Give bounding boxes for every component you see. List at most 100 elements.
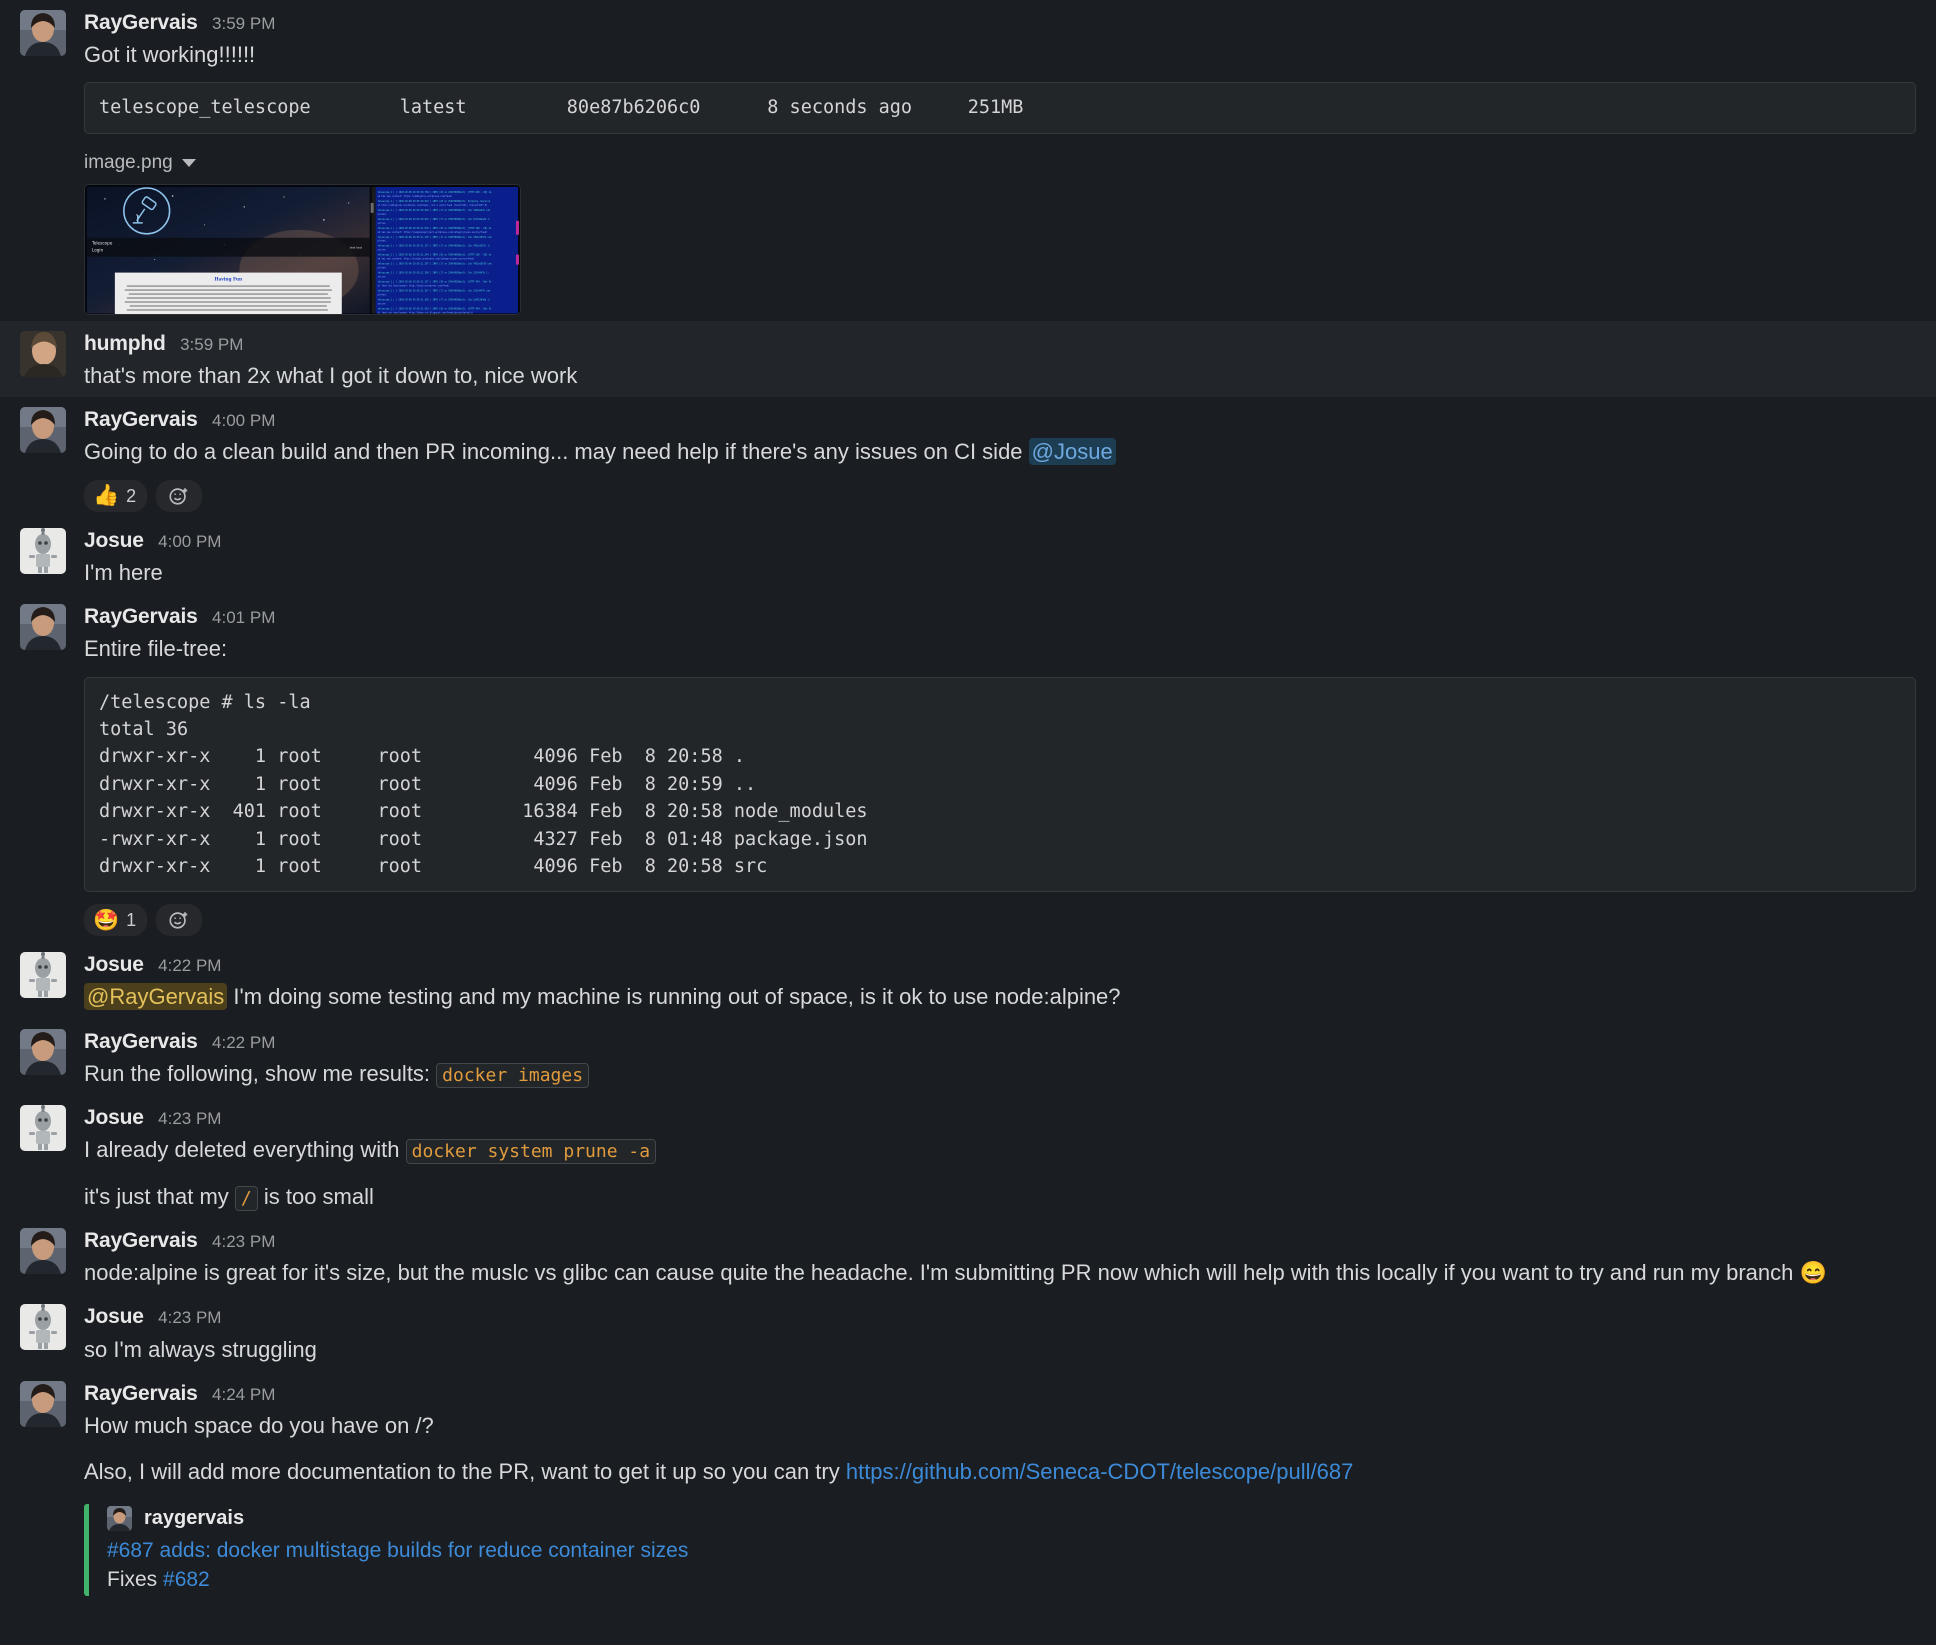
reaction-thumbsup[interactable]: 👍 2 — [84, 479, 148, 512]
message-timestamp[interactable]: 4:22 PM — [212, 1033, 275, 1052]
avatar[interactable] — [20, 1227, 66, 1274]
message-timestamp[interactable]: 4:00 PM — [212, 411, 275, 430]
svg-text:telescope_1 | [ 2020-02-08 20: telescope_1 | [ 2020-02-08 20:59:11.503 … — [378, 307, 492, 310]
message-timestamp[interactable]: 4:23 PM — [212, 1232, 275, 1251]
issue-link[interactable]: #682 — [163, 1568, 210, 1591]
message-row: RayGervais 4:00 PM Going to do a clean b… — [0, 397, 1936, 517]
grinning-squinting-face-icon: 😄 — [1799, 1260, 1827, 1286]
message-meta: RayGervais 3:59 PM — [84, 11, 1916, 34]
avatar[interactable] — [20, 1380, 66, 1427]
message-text-segment: Going to do a clean build and then PR in… — [84, 439, 1029, 465]
attachment-author[interactable]: raygervais — [107, 1505, 1916, 1531]
svg-text:pleted.: pleted. — [378, 213, 387, 216]
svg-text:telescope_1 | [ 2020-02-08 20: telescope_1 | [ 2020-02-08 20:59:10.920 … — [378, 209, 491, 212]
message-timestamp[interactable]: 4:01 PM — [212, 608, 275, 627]
file-attachment-header[interactable]: image.png — [84, 152, 1916, 174]
message-text: node:alpine is great for it's size, but … — [84, 1258, 1916, 1288]
user-mention[interactable]: @Josue — [1028, 438, 1116, 466]
user-mention-self[interactable]: @RayGervais — [84, 983, 228, 1011]
message-row: Josue 4:00 PM I'm here — [0, 518, 1936, 594]
message-meta: Josue 4:00 PM — [84, 529, 1916, 552]
message-author[interactable]: RayGervais — [84, 1229, 198, 1252]
message-text-segment: Run the following, show me results: — [84, 1060, 437, 1086]
avatar[interactable] — [20, 10, 66, 56]
avatar[interactable] — [20, 604, 66, 651]
message-row: humphd 3:59 PM that's more than 2x what … — [0, 320, 1936, 398]
svg-text:d] feed not downloaded: http:/: d] feed not downloaded: http://byob.word… — [378, 284, 451, 287]
message-author[interactable]: Josue — [84, 1106, 144, 1129]
message-text-segment: Also, I will add more documentation to t… — [84, 1459, 846, 1485]
add-reaction-icon — [169, 487, 188, 505]
avatar[interactable] — [20, 527, 66, 574]
inline-code: docker system prune -a — [405, 1139, 657, 1165]
svg-text:at http://ambiguity.wordpress.: at http://ambiguity.wordpress.com/feed/,… — [378, 204, 488, 207]
message-timestamp[interactable]: 4:00 PM — [158, 532, 221, 551]
svg-text:telescope_1 | [ 2020-02-08 20: telescope_1 | [ 2020-02-08 20:59:10.921 … — [378, 218, 490, 221]
message-author[interactable]: humphd — [84, 332, 166, 355]
message-meta: RayGervais 4:22 PM — [84, 1030, 1916, 1053]
link-preview-attachment: raygervais #687 adds: docker multistage … — [84, 1503, 1916, 1596]
message-meta: RayGervais 4:23 PM — [84, 1229, 1916, 1252]
message-timestamp[interactable]: 3:59 PM — [212, 14, 275, 33]
file-name[interactable]: image.png — [84, 152, 173, 174]
message-author[interactable]: Josue — [84, 529, 144, 552]
avatar[interactable] — [20, 1028, 66, 1075]
image-thumbnail[interactable]: Telescope Login test test Having Fun tel… — [84, 183, 521, 315]
svg-text:pleted.: pleted. — [378, 293, 387, 296]
inline-code: docker images — [436, 1062, 590, 1088]
attachment-title[interactable]: #687 adds: docker multistage builds for … — [107, 1539, 1916, 1563]
message-text-segment: I already deleted everything with — [84, 1137, 406, 1163]
message-author[interactable]: Josue — [84, 1305, 144, 1328]
reaction-bar: 🤩 1 — [84, 904, 1916, 937]
message-text-line2: it's just that my / is too small — [84, 1182, 1916, 1212]
svg-text:active: active — [378, 302, 387, 305]
message-author[interactable]: Josue — [84, 953, 144, 976]
avatar[interactable] — [20, 330, 66, 377]
code-block: telescope_telescope latest 80e87b6206c0 … — [84, 82, 1916, 134]
add-reaction-button[interactable] — [156, 904, 203, 937]
svg-text:ad has new content: http://sca: ad has new content: http://scaige.wordpr… — [378, 257, 475, 260]
code-block: /telescope # ls -la total 36 drwxr-xr-x … — [84, 676, 1916, 893]
message-author[interactable]: RayGervais — [84, 1030, 198, 1053]
message-timestamp[interactable]: 4:24 PM — [212, 1385, 275, 1404]
message-timestamp[interactable]: 4:23 PM — [158, 1308, 221, 1328]
message-timestamp[interactable]: 4:22 PM — [158, 956, 221, 975]
message-text: Run the following, show me results: dock… — [84, 1059, 1916, 1089]
message-text-segment: it's just that my — [84, 1183, 235, 1209]
svg-text:telescope_1 | [ 2020-02-08 20: telescope_1 | [ 2020-02-08 20:59:11.357 … — [378, 280, 492, 283]
reaction-star-struck[interactable]: 🤩 1 — [84, 904, 148, 937]
thumbsup-icon: 👍 — [93, 484, 120, 508]
svg-text:telescope_1 | [ 2020-02-08 20: telescope_1 | [ 2020-02-08 20:59:11.357 … — [378, 289, 491, 292]
svg-text:pleted.: pleted. — [378, 266, 387, 269]
avatar[interactable] — [20, 407, 66, 454]
message-author[interactable]: RayGervais — [84, 408, 198, 431]
message-timestamp[interactable]: 3:59 PM — [180, 335, 243, 354]
avatar[interactable] — [20, 1105, 66, 1152]
message-row: RayGervais 4:23 PM node:alpine is great … — [0, 1218, 1936, 1294]
message-text: so I'm always struggling — [84, 1336, 317, 1362]
message-author[interactable]: RayGervais — [84, 1382, 198, 1405]
avatar[interactable] — [20, 1304, 66, 1351]
message-row: RayGervais 4:22 PM Run the following, sh… — [0, 1019, 1936, 1095]
message-text: I'm here — [84, 559, 163, 585]
message-meta: humphd 3:59 PM — [84, 332, 1916, 355]
svg-text:active: active — [378, 249, 387, 252]
svg-text:telescope_1 | [ 2020-02-08 20: telescope_1 | [ 2020-02-08 20:59:10.919 … — [378, 200, 491, 203]
avatar[interactable] — [20, 952, 66, 999]
message-meta: RayGervais 4:24 PM — [84, 1382, 1916, 1405]
svg-text:telescope_1 | [ 2020-02-08 20: telescope_1 | [ 2020-02-08 20:59:11.039 … — [378, 227, 492, 230]
message-text: @RayGervais I'm doing some testing and m… — [84, 982, 1916, 1012]
add-reaction-button[interactable] — [156, 479, 203, 512]
message-text: that's more than 2x what I got it down t… — [84, 362, 578, 388]
message-text-segment: node:alpine is great for it's size, but … — [84, 1260, 1800, 1286]
chevron-down-icon[interactable] — [181, 158, 196, 167]
github-pr-link[interactable]: https://github.com/Seneca-CDOT/telescope… — [846, 1459, 1354, 1484]
message-author[interactable]: RayGervais — [84, 605, 198, 628]
message-timestamp[interactable]: 4:23 PM — [158, 1109, 221, 1128]
svg-text:telescope_1 | [ 2020-02-08 20: telescope_1 | [ 2020-02-08 20:59:11.244 … — [378, 253, 492, 256]
message-meta: Josue 4:22 PM — [84, 953, 1916, 976]
message-meta: Josue 4:23 PM — [84, 1106, 1916, 1129]
attachment-body-segment: Fixes — [107, 1567, 164, 1591]
attachment-author-name[interactable]: raygervais — [144, 1507, 244, 1530]
message-author[interactable]: RayGervais — [84, 11, 198, 34]
